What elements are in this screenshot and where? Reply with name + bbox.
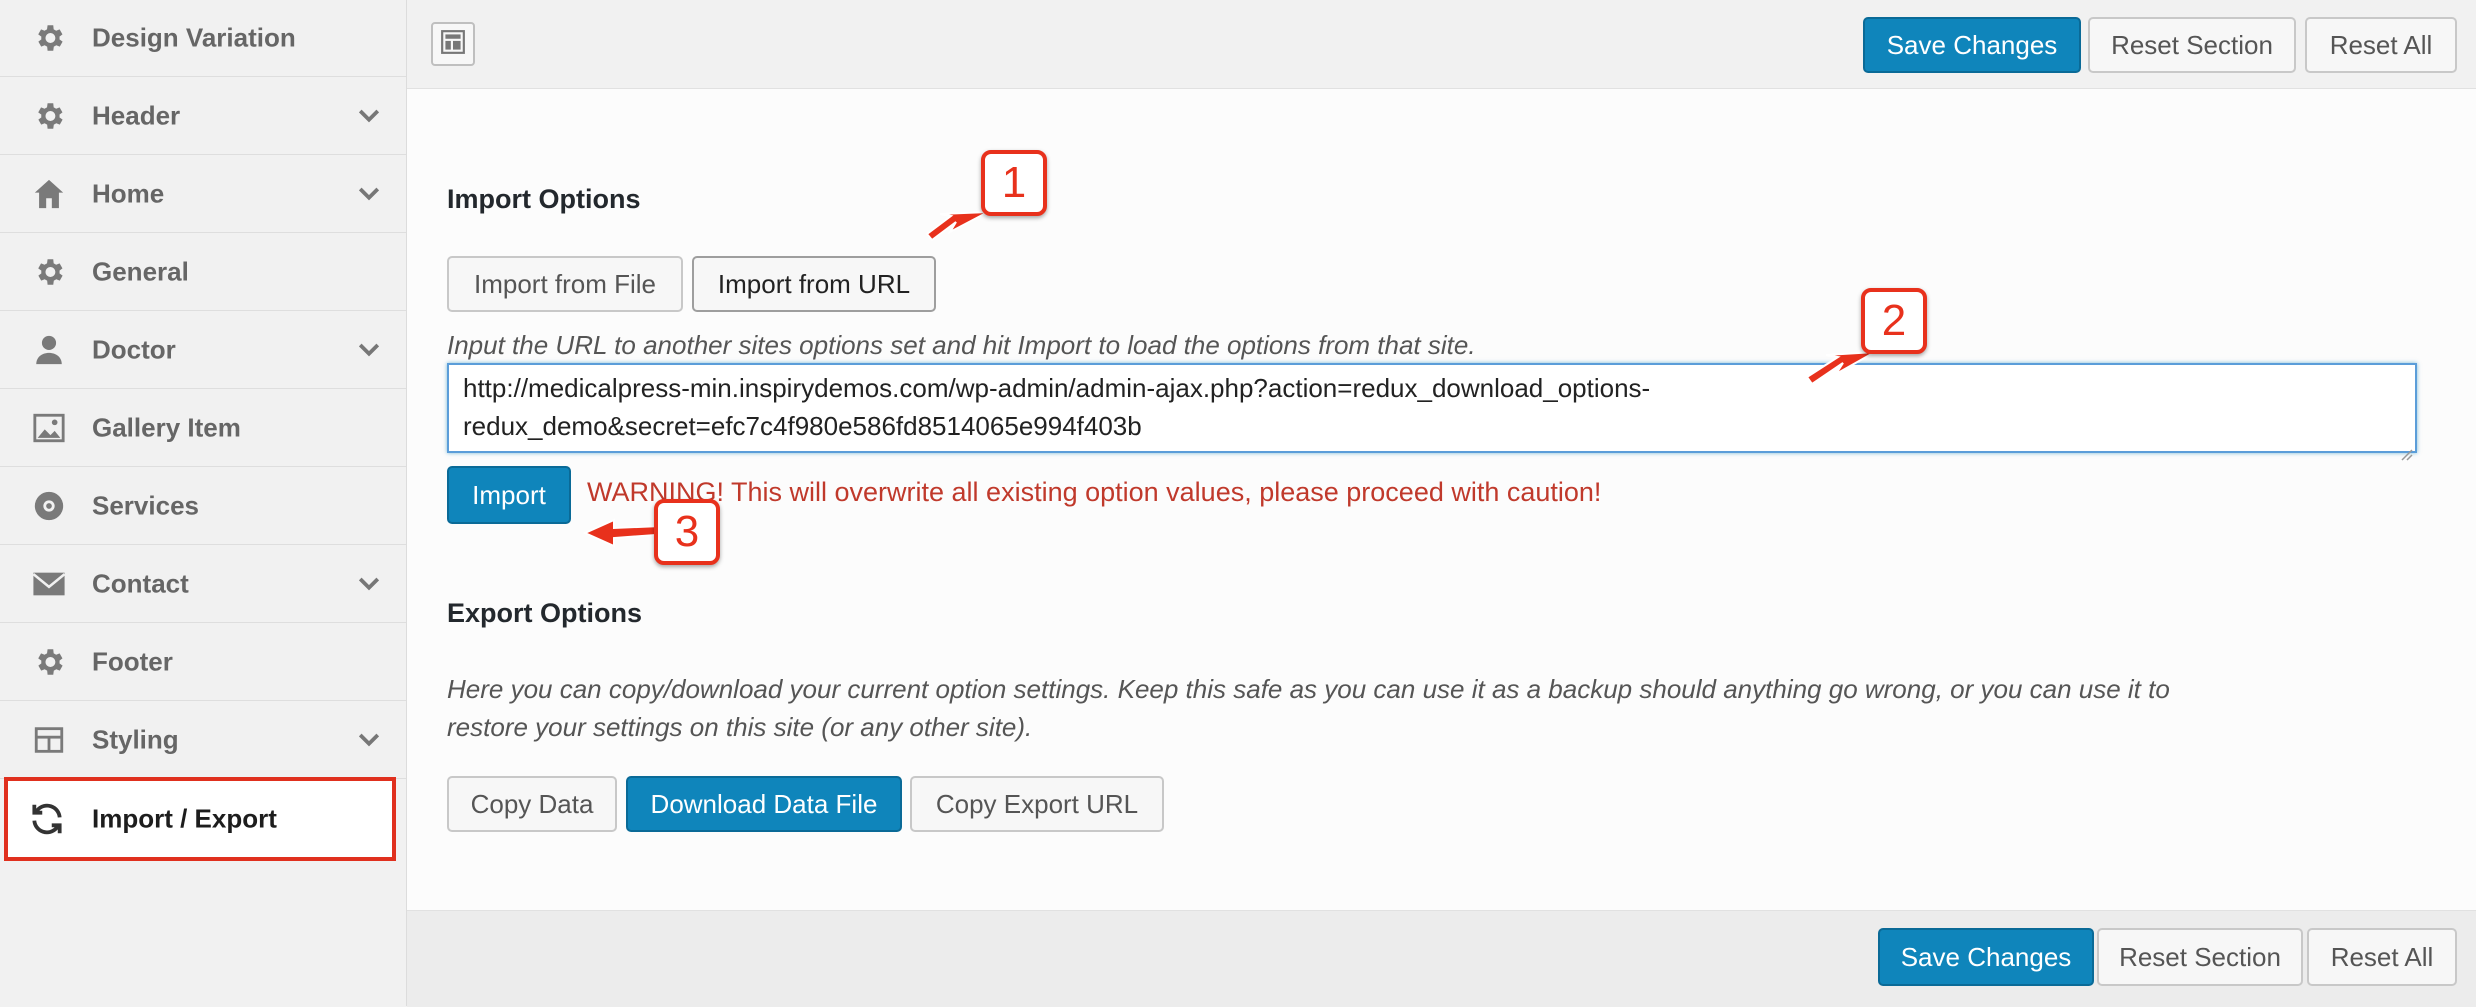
gear-icon <box>30 253 68 291</box>
sidebar-item-gallery-item[interactable]: Gallery Item <box>0 390 406 467</box>
import-warning-text: WARNING! This will overwrite all existin… <box>587 477 1602 507</box>
sidebar-item-label: Header <box>92 100 181 131</box>
import-options-title: Import Options <box>447 184 641 214</box>
export-options-title: Export Options <box>447 598 642 628</box>
envelope-icon <box>30 565 68 603</box>
gear-icon <box>30 19 68 57</box>
import-url-textarea[interactable]: http://medicalpress-min.inspirydemos.com… <box>447 363 2417 461</box>
chevron-down-icon[interactable] <box>354 725 384 755</box>
sidebar-item-services[interactable]: Services <box>0 468 406 545</box>
sidebar-item-label: Gallery Item <box>92 412 241 443</box>
reset-section-button[interactable]: Reset Section <box>2097 928 2303 986</box>
gear-icon <box>30 97 68 135</box>
sidebar-item-design-variation[interactable]: Design Variation <box>0 0 406 77</box>
import-from-url-button[interactable]: Import from URL <box>692 256 936 312</box>
sidebar-item-header[interactable]: Header <box>0 78 406 155</box>
reset-section-button[interactable]: Reset Section <box>2088 17 2296 73</box>
export-description-line-1: Here you can copy/download your current … <box>447 674 2170 704</box>
save-button[interactable]: Save Changes <box>1878 928 2094 986</box>
callout-badge: 3 <box>654 499 720 565</box>
sidebar-toggle-icon <box>440 29 466 60</box>
expand-panel-button[interactable] <box>431 22 475 66</box>
import-from-file-button[interactable]: Import from File <box>447 256 683 312</box>
sidebar-item-label: Import / Export <box>92 803 277 834</box>
image-icon <box>30 409 68 447</box>
sidebar-item-import-export[interactable]: Import / Export <box>4 777 396 861</box>
save-button[interactable]: Save Changes <box>1863 17 2081 73</box>
sidebar-item-label: Services <box>92 490 199 521</box>
layout-icon <box>30 721 68 759</box>
copy-data-button[interactable]: Copy Data <box>447 776 617 832</box>
import-url-description: Input the URL to another sites options s… <box>447 330 1476 360</box>
resize-handle-icon[interactable] <box>2397 433 2413 461</box>
export-description-line-2: restore your settings on this site (or a… <box>447 712 1033 742</box>
bottom-toolbar: Save Changes Reset Section Reset All <box>407 910 2476 1007</box>
sidebar-item-label: Footer <box>92 646 173 677</box>
options-sidebar: Design Variation Header Home General Doc… <box>0 0 407 1006</box>
reset-all-button[interactable]: Reset All <box>2307 928 2457 986</box>
import-url-line-2: redux_demo&secret=efc7c4f980e586fd851406… <box>463 411 1142 441</box>
user-icon <box>30 331 68 369</box>
sidebar-item-label: Design Variation <box>92 22 296 53</box>
sidebar-item-label: Home <box>92 178 165 209</box>
download-data-file-button[interactable]: Download Data File <box>626 776 902 832</box>
import-url-line-1: http://medicalpress-min.inspirydemos.com… <box>463 373 1651 403</box>
chevron-down-icon[interactable] <box>354 569 384 599</box>
sidebar-item-home[interactable]: Home <box>0 156 406 233</box>
sidebar-item-footer[interactable]: Footer <box>0 624 406 701</box>
sidebar-item-label: Contact <box>92 568 189 599</box>
sidebar-item-general[interactable]: General <box>0 234 406 311</box>
sidebar-item-doctor[interactable]: Doctor <box>0 312 406 389</box>
import-button[interactable]: Import <box>447 466 571 524</box>
reset-all-button[interactable]: Reset All <box>2305 17 2457 73</box>
sidebar-item-label: Doctor <box>92 334 176 365</box>
top-toolbar: Save Changes Reset Section Reset All <box>407 0 2476 89</box>
sidebar-item-styling[interactable]: Styling <box>0 702 406 779</box>
chevron-down-icon[interactable] <box>354 179 384 209</box>
copy-export-url-button[interactable]: Copy Export URL <box>910 776 1164 832</box>
gear-icon <box>30 643 68 681</box>
sidebar-item-label: Styling <box>92 724 179 755</box>
callout-badge: 2 <box>1861 288 1927 354</box>
callout-badge: 1 <box>981 150 1047 216</box>
sidebar-item-label: General <box>92 256 189 287</box>
chevron-down-icon[interactable] <box>354 335 384 365</box>
refresh-icon <box>28 800 66 838</box>
sidebar-item-contact[interactable]: Contact <box>0 546 406 623</box>
settings-circle-icon <box>30 487 68 525</box>
home-icon <box>30 175 68 213</box>
chevron-down-icon[interactable] <box>354 101 384 131</box>
